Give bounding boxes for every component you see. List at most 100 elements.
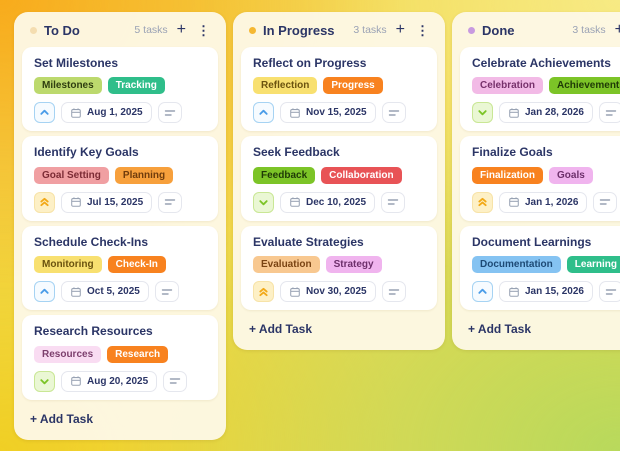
due-date-chip[interactable]: Aug 1, 2025 <box>61 102 152 123</box>
notes-icon <box>164 197 176 207</box>
card-meta: Jan 28, 2026 <box>472 102 620 123</box>
task-card[interactable]: Evaluate Strategies Evaluation Strategy … <box>241 226 437 310</box>
task-card[interactable]: Identify Key Goals Goal Setting Planning… <box>22 136 218 220</box>
column-menu-icon[interactable]: ⋮ <box>414 24 431 37</box>
due-date-chip[interactable]: Nov 15, 2025 <box>280 102 376 123</box>
card-meta: Dec 10, 2025 <box>253 192 425 213</box>
due-date-label: Jan 15, 2026 <box>525 286 584 297</box>
due-date-chip[interactable]: Dec 10, 2025 <box>280 192 375 213</box>
tag: Check-In <box>108 256 166 273</box>
notes-icon <box>387 197 399 207</box>
due-date-label: Jul 15, 2025 <box>87 197 143 208</box>
tag: Planning <box>115 167 173 184</box>
priority-high-icon[interactable] <box>472 281 493 302</box>
notes-chip[interactable] <box>163 371 187 392</box>
due-date-chip[interactable]: Nov 30, 2025 <box>280 281 376 302</box>
column-menu-icon[interactable]: ⋮ <box>195 24 212 37</box>
card-list: Reflect on Progress Reflection Progress … <box>241 47 437 310</box>
notes-chip[interactable] <box>599 102 620 123</box>
calendar-icon <box>508 286 520 298</box>
column-status-dot <box>468 27 475 34</box>
due-date-chip[interactable]: Oct 5, 2025 <box>61 281 149 302</box>
tag: Learning <box>567 256 620 273</box>
add-card-icon[interactable]: + <box>394 22 407 38</box>
task-card[interactable]: Document Learnings Documentation Learnin… <box>460 226 620 310</box>
due-date-chip[interactable]: Jul 15, 2025 <box>61 192 152 213</box>
task-card[interactable]: Research Resources Resources Research Au… <box>22 315 218 399</box>
notes-icon <box>599 197 611 207</box>
add-task-button[interactable]: + Add Task <box>241 310 437 344</box>
column-title: Done <box>482 23 515 38</box>
task-card[interactable]: Seek Feedback Feedback Collaboration Dec… <box>241 136 437 220</box>
priority-high-icon[interactable] <box>34 281 55 302</box>
due-date-chip[interactable]: Jan 15, 2026 <box>499 281 593 302</box>
due-date-label: Jan 28, 2026 <box>525 107 584 118</box>
card-meta: Aug 1, 2025 <box>34 102 206 123</box>
task-card[interactable]: Finalize Goals Finalization Goals Jan 1,… <box>460 136 620 220</box>
add-card-icon[interactable]: + <box>175 22 188 38</box>
priority-high-icon[interactable] <box>253 102 274 123</box>
priority-low-icon[interactable] <box>472 102 493 123</box>
kanban-board: To Do 5 tasks + ⋮ Set Milestones Milesto… <box>0 0 620 440</box>
due-date-label: Nov 15, 2025 <box>306 107 367 118</box>
card-meta: Jul 15, 2025 <box>34 192 206 213</box>
priority-highest-icon[interactable] <box>34 192 55 213</box>
tag-list: Reflection Progress <box>253 77 425 94</box>
calendar-icon <box>70 375 82 387</box>
due-date-chip[interactable]: Jan 1, 2026 <box>499 192 587 213</box>
notes-chip[interactable] <box>382 281 406 302</box>
task-count: 3 tasks <box>572 24 605 36</box>
tag: Collaboration <box>321 167 401 184</box>
priority-high-icon[interactable] <box>34 102 55 123</box>
notes-chip[interactable] <box>382 102 406 123</box>
calendar-icon <box>289 196 301 208</box>
due-date-chip[interactable]: Jan 28, 2026 <box>499 102 593 123</box>
due-date-chip[interactable]: Aug 20, 2025 <box>61 371 157 392</box>
card-meta: Oct 5, 2025 <box>34 281 206 302</box>
task-card[interactable]: Celebrate Achievements Celebration Achie… <box>460 47 620 131</box>
task-card[interactable]: Reflect on Progress Reflection Progress … <box>241 47 437 131</box>
card-list: Celebrate Achievements Celebration Achie… <box>460 47 620 310</box>
task-count: 5 tasks <box>134 24 167 36</box>
priority-low-icon[interactable] <box>34 371 55 392</box>
notes-chip[interactable] <box>381 192 405 213</box>
priority-highest-icon[interactable] <box>253 281 274 302</box>
priority-highest-icon[interactable] <box>472 192 493 213</box>
task-card[interactable]: Schedule Check-Ins Monitoring Check-In O… <box>22 226 218 310</box>
task-title: Schedule Check-Ins <box>34 235 206 249</box>
due-date-label: Oct 5, 2025 <box>87 286 140 297</box>
add-task-button[interactable]: + Add Task <box>22 400 218 434</box>
card-meta: Nov 15, 2025 <box>253 102 425 123</box>
task-title: Finalize Goals <box>472 145 620 159</box>
add-card-icon[interactable]: + <box>613 22 620 38</box>
tag-list: Feedback Collaboration <box>253 167 425 184</box>
notes-chip[interactable] <box>158 192 182 213</box>
due-date-label: Dec 10, 2025 <box>306 197 366 208</box>
priority-low-icon[interactable] <box>253 192 274 213</box>
calendar-icon <box>289 107 301 119</box>
tag-list: Evaluation Strategy <box>253 256 425 273</box>
column-done: Done 3 tasks + ⋮ Celebrate Achievements … <box>452 12 620 350</box>
notes-chip[interactable] <box>155 281 179 302</box>
notes-chip[interactable] <box>593 192 617 213</box>
tag-list: Documentation Learning <box>472 256 620 273</box>
task-title: Evaluate Strategies <box>253 235 425 249</box>
task-title: Set Milestones <box>34 56 206 70</box>
task-title: Document Learnings <box>472 235 620 249</box>
card-meta: Aug 20, 2025 <box>34 371 206 392</box>
column-todo: To Do 5 tasks + ⋮ Set Milestones Milesto… <box>14 12 226 440</box>
notes-chip[interactable] <box>158 102 182 123</box>
tag: Documentation <box>472 256 561 273</box>
tag: Resources <box>34 346 101 363</box>
notes-chip[interactable] <box>599 281 620 302</box>
tag: Progress <box>323 77 382 94</box>
tag: Tracking <box>108 77 165 94</box>
add-task-button[interactable]: + Add Task <box>460 310 620 344</box>
card-meta: Jan 15, 2026 <box>472 281 620 302</box>
column-header: Done 3 tasks + ⋮ <box>460 12 620 47</box>
tag-list: Goal Setting Planning <box>34 167 206 184</box>
notes-icon <box>388 108 400 118</box>
notes-icon <box>164 108 176 118</box>
task-card[interactable]: Set Milestones Milestones Tracking Aug 1… <box>22 47 218 131</box>
column-header: In Progress 3 tasks + ⋮ <box>241 12 437 47</box>
